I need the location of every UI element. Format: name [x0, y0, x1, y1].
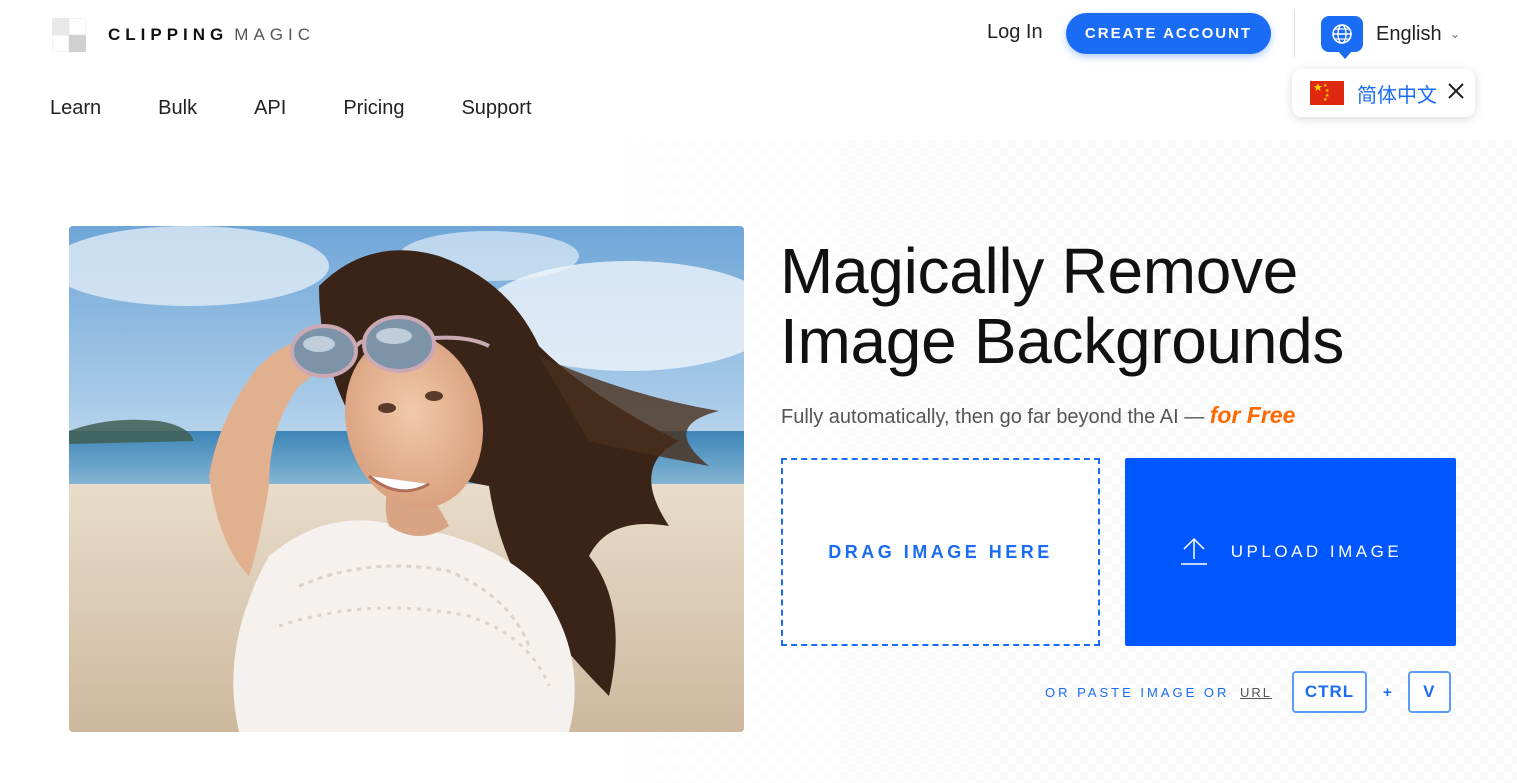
- logo-text: CLIPPING MAGIC: [108, 25, 315, 45]
- nav-learn[interactable]: Learn: [50, 97, 101, 120]
- chevron-down-icon: ⌄: [1449, 26, 1461, 41]
- create-account-button[interactable]: CREATE ACCOUNT: [1066, 13, 1271, 54]
- globe-icon: [1321, 16, 1363, 59]
- language-selector[interactable]: English ⌄: [1321, 16, 1461, 59]
- page-title: Magically Remove Image Backgrounds: [780, 236, 1344, 376]
- paste-hint-text: OR PASTE IMAGE OR: [1045, 684, 1230, 700]
- headline-line-2: Image Backgrounds: [780, 305, 1345, 377]
- nav-bulk[interactable]: Bulk: [158, 97, 197, 120]
- nav-pricing[interactable]: Pricing: [343, 97, 404, 120]
- close-icon[interactable]: [1447, 82, 1465, 104]
- upload-image-button[interactable]: UPLOAD IMAGE: [1125, 458, 1456, 646]
- logo-word-clipping: CLIPPING: [108, 25, 229, 44]
- logo-mark-icon: [50, 16, 88, 54]
- logo[interactable]: CLIPPING MAGIC: [50, 16, 315, 54]
- subtitle-main: Fully automatically, then go far beyond …: [781, 406, 1210, 428]
- drag-image-dropzone[interactable]: DRAG IMAGE HERE: [781, 458, 1100, 646]
- paste-shortcut-row: OR PASTE IMAGE OR URL CTRL + V: [1045, 670, 1451, 714]
- login-link[interactable]: Log In: [987, 21, 1043, 44]
- nav-api[interactable]: API: [254, 97, 286, 120]
- language-suggestion-popup: ★ ★ ★ ★ ★ 简体中文: [1292, 69, 1475, 117]
- upload-image-label: UPLOAD IMAGE: [1230, 542, 1403, 561]
- subtitle-free: for Free: [1209, 402, 1296, 428]
- header-divider: [1294, 10, 1295, 58]
- paste-url-link[interactable]: URL: [1240, 685, 1272, 700]
- hero-image: [69, 226, 744, 732]
- nav-support[interactable]: Support: [461, 97, 531, 120]
- language-label: English: [1376, 22, 1442, 45]
- main-nav: Learn Bulk API Pricing Support: [50, 97, 589, 120]
- china-flag-icon: ★ ★ ★ ★ ★: [1310, 81, 1344, 105]
- plus-sign: +: [1383, 683, 1392, 701]
- suggested-language-link[interactable]: 简体中文: [1357, 79, 1437, 108]
- logo-word-magic: MAGIC: [234, 25, 316, 44]
- headline-line-1: Magically Remove: [780, 235, 1299, 307]
- subtitle: Fully automatically, then go far beyond …: [781, 402, 1295, 429]
- paste-hint: OR PASTE IMAGE OR URL: [1045, 685, 1272, 700]
- drag-image-label: DRAG IMAGE HERE: [828, 541, 1053, 562]
- v-key-badge: V: [1407, 671, 1451, 713]
- ctrl-key-badge: CTRL: [1292, 671, 1368, 713]
- upload-icon: [1179, 536, 1209, 569]
